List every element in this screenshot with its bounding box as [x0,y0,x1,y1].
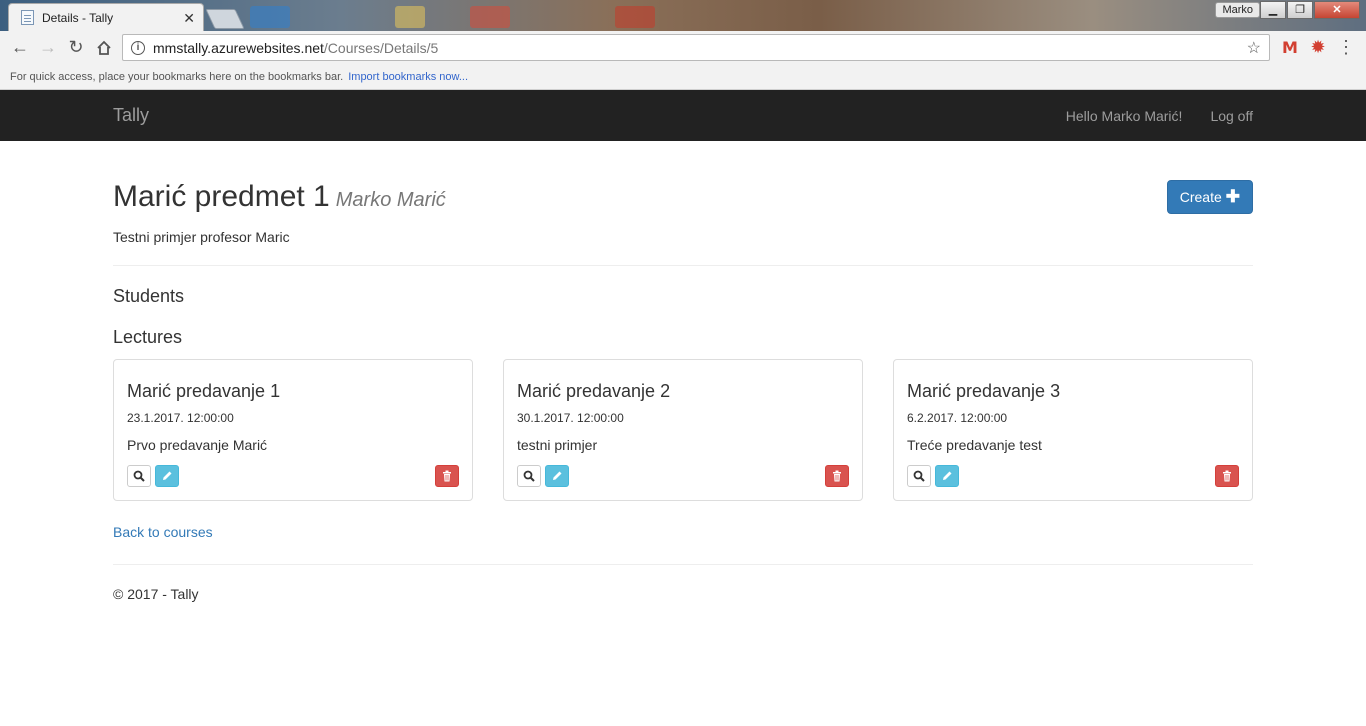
extension-gear-icon[interactable]: ✹ [1304,34,1332,62]
lecture-description: Prvo predavanje Marić [127,437,268,453]
edit-lecture-button[interactable] [935,465,959,487]
lecture-list: Marić predavanje 1 23.1.2017. 12:00:00 P… [113,359,1253,501]
view-lecture-button[interactable] [127,465,151,487]
footer-divider [113,564,1253,565]
create-button[interactable]: Create ✚ [1166,180,1253,214]
url-host: mmstally.azurewebsites.net [153,39,324,56]
lecture-title: Marić predavanje 1 [127,381,281,401]
delete-lecture-button[interactable] [825,465,849,487]
site-info-icon[interactable]: i [131,40,145,55]
url-path: /Courses/Details/5 [323,39,439,56]
edit-lecture-button[interactable] [545,465,569,487]
lecture-card: Marić predavanje 3 6.2.2017. 12:00:00 Tr… [893,359,1253,501]
pencil-icon [553,471,562,480]
divider [113,265,1253,266]
forward-arrow-icon[interactable]: → [34,34,62,62]
site-navbar: Tally Hello Marko Marić! Log off [0,90,1366,141]
reload-icon[interactable]: ↻ [62,34,90,62]
lecture-date: 6.2.2017. 12:00:00 [907,411,1008,425]
students-heading: Students [113,286,185,306]
background-decoration [395,6,425,28]
footer-copyright: © 2017 - Tally [113,586,199,602]
browser-titlebar: Details - Tally ✕ Marko ▁ ❐ ✕ [0,0,1366,31]
background-decoration [250,6,290,28]
tab-close-icon[interactable]: ✕ [183,11,195,25]
back-to-courses-link[interactable]: Back to courses [113,524,213,540]
background-decoration [615,6,655,28]
trash-icon [1223,470,1231,482]
view-lecture-button[interactable] [517,465,541,487]
pencil-icon [943,471,952,480]
delete-lecture-button[interactable] [1215,465,1239,487]
lecture-description: testni primjer [517,437,598,453]
edit-lecture-button[interactable] [155,465,179,487]
search-icon [133,470,145,482]
lecture-title: Marić predavanje 3 [907,381,1061,401]
trash-icon [443,470,451,482]
lecture-date: 30.1.2017. 12:00:00 [517,411,624,425]
back-arrow-icon[interactable]: ← [6,34,34,62]
tab-title: Details - Tally [42,10,114,25]
lecture-card: Marić predavanje 1 23.1.2017. 12:00:00 P… [113,359,473,501]
trash-icon [833,470,841,482]
user-greeting-link[interactable]: Hello Marko Marić! [1066,108,1183,124]
search-icon [523,470,535,482]
plus-icon: ✚ [1225,187,1240,206]
new-tab-button[interactable] [205,9,245,29]
main-content: Marić predmet 1 Marko Marić Create ✚ Test… [98,180,1268,602]
window-controls: ▁ ❐ ✕ [1259,1,1360,19]
pencil-icon [163,471,172,480]
browser-menu-icon[interactable]: ⋮ [1332,34,1360,62]
browser-profile-button[interactable]: Marko [1215,2,1260,18]
logoff-link[interactable]: Log off [1210,108,1253,124]
close-window-button[interactable]: ✕ [1314,1,1360,19]
maximize-button[interactable]: ❐ [1287,1,1313,19]
home-icon[interactable] [90,34,118,62]
bookmark-star-icon[interactable]: ☆ [1247,38,1261,58]
course-description: Testni primjer profesor Maric [113,229,290,245]
course-professor: Marko Marić [335,189,446,211]
bookmarks-bar: For quick access, place your bookmarks h… [0,64,1366,90]
course-title: Marić predmet 1 [113,180,330,213]
view-lecture-button[interactable] [907,465,931,487]
lectures-heading: Lectures [113,327,183,347]
delete-lecture-button[interactable] [435,465,459,487]
lecture-title: Marić predavanje 2 [517,381,671,401]
create-button-label: Create [1179,189,1222,205]
gmail-extension-icon[interactable]: M [1276,34,1304,62]
address-bar[interactable]: i mmstally.azurewebsites.net /Courses/De… [122,34,1270,61]
page-title: Marić predmet 1 Marko Marić [113,180,446,217]
browser-tab[interactable]: Details - Tally ✕ [8,3,204,31]
background-decoration [470,6,510,28]
minimize-button[interactable]: ▁ [1260,1,1286,19]
lecture-description: Treće predavanje test [907,437,1042,453]
lecture-card: Marić predavanje 2 30.1.2017. 12:00:00 t… [503,359,863,501]
bookmarks-hint: For quick access, place your bookmarks h… [10,70,344,83]
import-bookmarks-link[interactable]: Import bookmarks now... [348,71,468,83]
browser-toolbar: ← → ↻ i mmstally.azurewebsites.net /Cour… [0,31,1366,64]
lecture-date: 23.1.2017. 12:00:00 [127,411,234,425]
page-favicon-icon [21,10,34,25]
brand-link[interactable]: Tally [113,105,149,126]
search-icon [913,470,925,482]
